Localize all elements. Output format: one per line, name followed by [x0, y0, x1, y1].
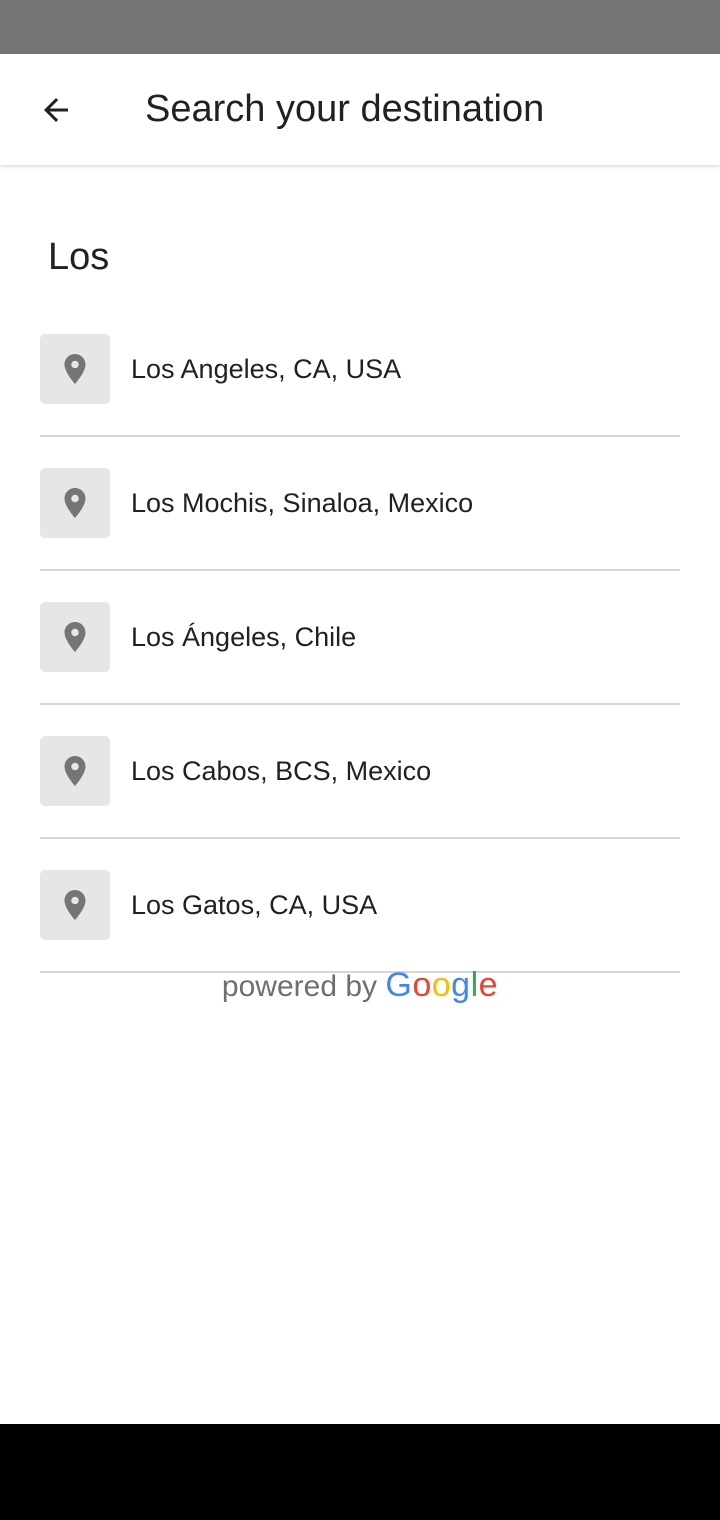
- pin-icon-box: [40, 736, 110, 806]
- status-bar: [0, 0, 720, 54]
- google-attribution: powered by Google: [0, 966, 720, 1005]
- result-label: Los Ángeles, Chile: [131, 621, 357, 652]
- pin-icon-box: [40, 334, 110, 404]
- result-label: Los Cabos, BCS, Mexico: [131, 755, 432, 786]
- arrow-back-icon: [44, 98, 68, 122]
- result-label: Los Mochis, Sinaloa, Mexico: [131, 487, 474, 518]
- page-title: Search your destination: [145, 88, 545, 130]
- location-pin-icon: [64, 622, 86, 652]
- search-input[interactable]: [36, 222, 684, 292]
- back-button[interactable]: [26, 80, 86, 140]
- results-list: Los Angeles, CA, USA Los Mochis, Sinaloa…: [40, 303, 680, 973]
- pin-icon-box: [40, 602, 110, 672]
- pin-icon-box: [40, 468, 110, 538]
- location-pin-icon: [64, 890, 86, 920]
- result-label: Los Gatos, CA, USA: [131, 889, 378, 920]
- list-item[interactable]: Los Angeles, CA, USA: [40, 303, 680, 437]
- list-item[interactable]: Los Gatos, CA, USA: [40, 839, 680, 973]
- list-item[interactable]: Los Cabos, BCS, Mexico: [40, 705, 680, 839]
- location-pin-icon: [64, 354, 86, 384]
- location-pin-icon: [64, 488, 86, 518]
- list-item[interactable]: Los Mochis, Sinaloa, Mexico: [40, 437, 680, 571]
- list-item[interactable]: Los Ángeles, Chile: [40, 571, 680, 705]
- attribution-prefix: powered by: [221, 970, 378, 1003]
- navigation-bar: [0, 1424, 720, 1520]
- app-bar: Search your destination: [0, 54, 720, 165]
- google-logo: Google: [385, 966, 499, 1004]
- location-pin-icon: [64, 756, 86, 786]
- pin-icon-box: [40, 870, 110, 940]
- result-label: Los Angeles, CA, USA: [131, 353, 402, 384]
